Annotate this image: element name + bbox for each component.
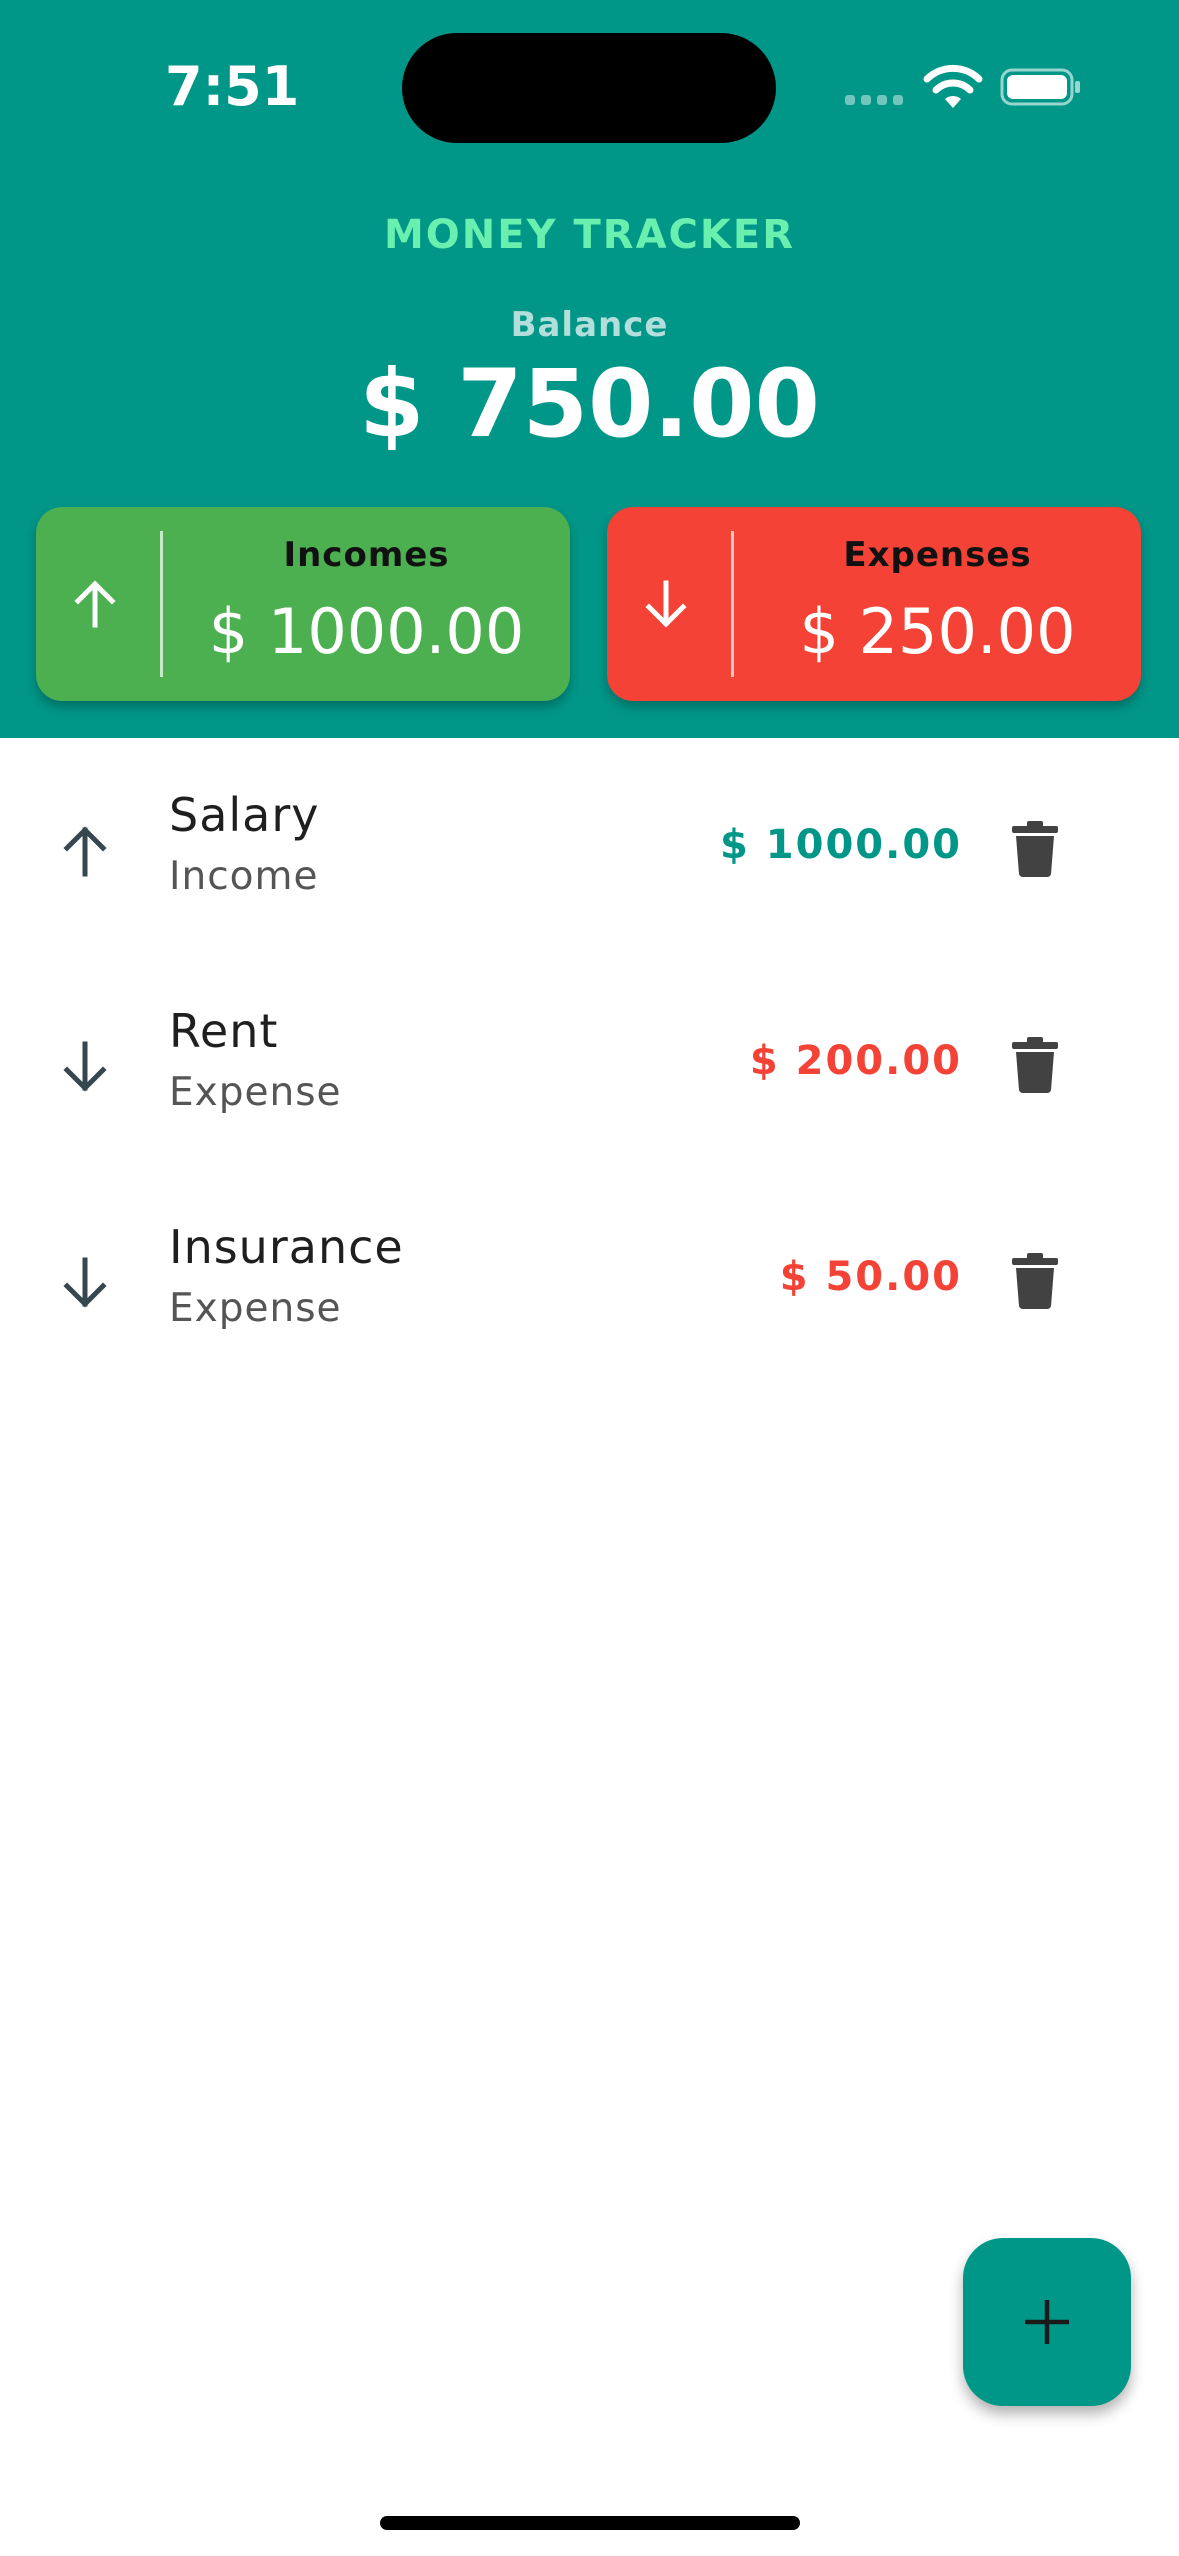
transaction-row[interactable]: Salary Income $ 1000.00 bbox=[0, 738, 1179, 954]
transaction-row[interactable]: Rent Expense $ 200.00 bbox=[0, 954, 1179, 1170]
transaction-title: Salary bbox=[169, 788, 320, 842]
status-bar-time: 7:51 bbox=[165, 55, 300, 118]
app-title: MONEY TRACKER bbox=[383, 212, 796, 258]
expenses-label: Expenses bbox=[843, 535, 1032, 575]
balance-amount: $ 750.00 bbox=[359, 350, 820, 459]
arrow-down-icon bbox=[645, 580, 687, 628]
transaction-type: Expense bbox=[169, 1286, 342, 1331]
transaction-row[interactable]: Insurance Expense $ 50.00 bbox=[0, 1170, 1179, 1386]
transaction-amount: $ 200.00 bbox=[749, 1038, 962, 1084]
incomes-amount: $ 1000.00 bbox=[208, 595, 525, 668]
balance-label: Balance bbox=[510, 305, 669, 345]
wifi-icon bbox=[923, 64, 983, 108]
transaction-type: Expense bbox=[169, 1070, 342, 1115]
transaction-amount: $ 50.00 bbox=[779, 1254, 962, 1300]
transaction-amount: $ 1000.00 bbox=[720, 822, 962, 868]
delete-icon[interactable] bbox=[1010, 1252, 1060, 1310]
plus-icon bbox=[1025, 2300, 1069, 2344]
transaction-title: Insurance bbox=[169, 1220, 404, 1274]
incomes-label: Incomes bbox=[283, 535, 450, 575]
incomes-card: Incomes $ 1000.00 bbox=[36, 507, 570, 701]
home-indicator[interactable] bbox=[380, 2516, 800, 2530]
arrow-up-icon bbox=[63, 826, 107, 877]
cellular-signal-icon bbox=[845, 95, 903, 105]
arrow-up-icon bbox=[74, 580, 116, 628]
transaction-type: Income bbox=[169, 854, 319, 899]
transaction-title: Rent bbox=[169, 1004, 279, 1058]
arrow-down-icon bbox=[63, 1257, 107, 1308]
dynamic-island bbox=[402, 33, 776, 143]
expenses-amount: $ 250.00 bbox=[799, 595, 1076, 668]
delete-icon[interactable] bbox=[1010, 1036, 1060, 1094]
expenses-card: Expenses $ 250.00 bbox=[607, 507, 1141, 701]
arrow-down-icon bbox=[63, 1041, 107, 1092]
battery-icon bbox=[1000, 68, 1080, 106]
delete-icon[interactable] bbox=[1010, 820, 1060, 878]
app-header: 7:51 MONEY TRACKER Balance $ 750.00 Inco… bbox=[0, 0, 1179, 738]
add-transaction-button[interactable] bbox=[963, 2238, 1131, 2406]
